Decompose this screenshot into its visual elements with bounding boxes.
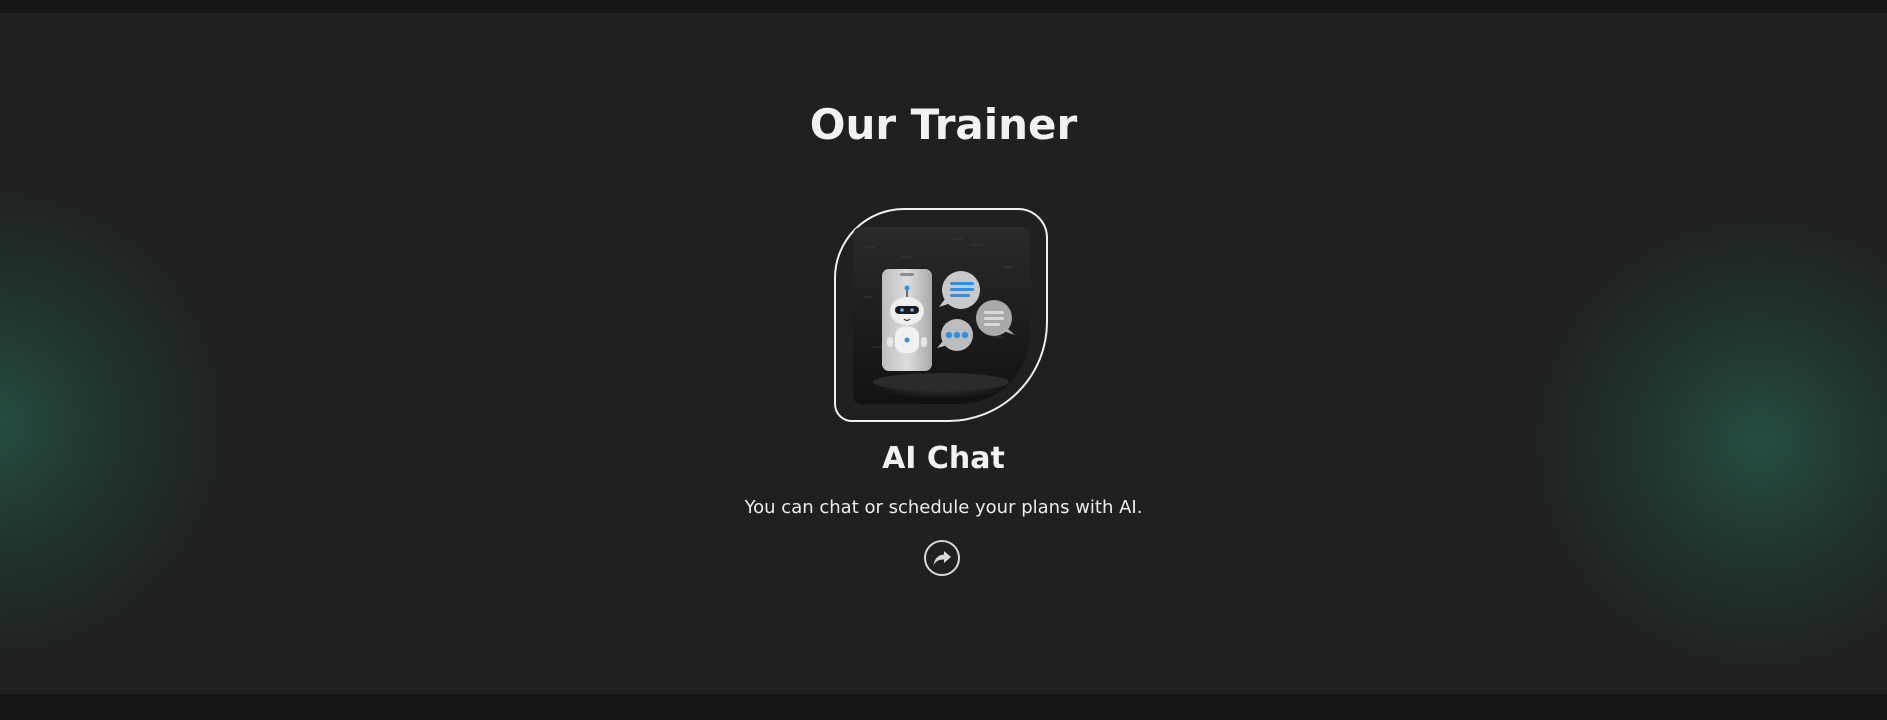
card-description: You can chat or schedule your plans with… [744, 497, 1143, 518]
share-arrow-icon [933, 551, 951, 565]
card-title: AI Chat [882, 441, 1005, 476]
ai-chatbot-illustration-icon [853, 227, 1030, 404]
section-title: Our Trainer [809, 100, 1078, 149]
open-ai-chat-button[interactable] [924, 540, 960, 576]
left-glow-decoration [0, 163, 250, 683]
bottom-edge [0, 694, 1887, 720]
ai-chat-image[interactable] [853, 227, 1030, 404]
top-edge [0, 0, 1887, 13]
